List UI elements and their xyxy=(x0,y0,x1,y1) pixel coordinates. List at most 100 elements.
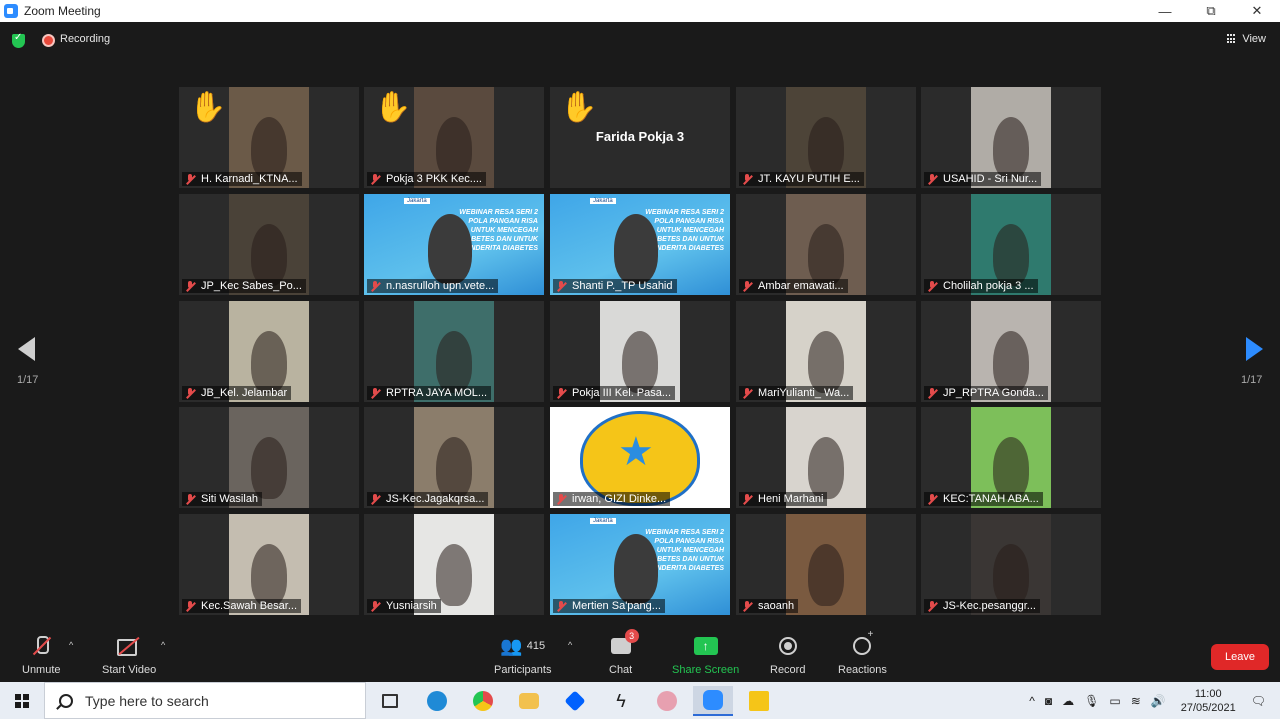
participant-tile[interactable]: KEC:TANAH ABA... xyxy=(921,407,1101,508)
maximize-button[interactable]: ⧉ xyxy=(1188,0,1234,22)
previous-page-button[interactable] xyxy=(15,337,45,365)
participant-tile[interactable]: Jakarta WEBINAR RESA SERI 2 POLA PANGAN R… xyxy=(550,514,730,615)
participant-tile[interactable]: Yusniarsih xyxy=(364,514,544,615)
participant-label: Kec.Sawah Besar... xyxy=(182,599,301,613)
view-button[interactable]: View xyxy=(1227,33,1266,45)
participant-tile[interactable]: ✋ H. Karnadi_KTNA... xyxy=(179,87,359,188)
arrow-right-icon xyxy=(1246,337,1263,361)
participant-name: JT. KAYU PUTIH E... xyxy=(758,173,860,185)
participant-tile[interactable]: MariYulianti_ Wa... xyxy=(736,301,916,402)
taskbar-edge[interactable] xyxy=(417,686,457,716)
search-icon xyxy=(59,693,73,708)
taskbar-app-notes[interactable] xyxy=(739,686,779,716)
participants-label: Participants xyxy=(494,664,552,676)
taskbar-app-bolt[interactable]: ϟ xyxy=(601,686,641,716)
muted-mic-icon xyxy=(369,387,382,399)
start-button[interactable] xyxy=(0,682,44,719)
participant-figure xyxy=(251,224,287,286)
microphone-icon[interactable]: 🎙 xyxy=(1084,694,1099,708)
taskbar-zoom[interactable] xyxy=(693,686,733,716)
view-label: View xyxy=(1242,33,1266,45)
notifications-icon[interactable]: 🗨 xyxy=(1251,694,1266,708)
chat-button[interactable]: 3 Chat xyxy=(609,629,639,676)
participant-tile[interactable]: ★ irwan, GIZI Dinke... xyxy=(550,407,730,508)
participant-name: Shanti P._TP Usahid xyxy=(572,280,673,292)
volume-icon[interactable]: 🔊 xyxy=(1151,694,1166,708)
participant-tile[interactable]: JS-Kec.Jagakqrsa... xyxy=(364,407,544,508)
muted-mic-icon xyxy=(741,387,754,399)
wifi-icon[interactable]: ≋ xyxy=(1131,694,1141,708)
participant-tile[interactable]: Pokja III Kel. Pasa... xyxy=(550,301,730,402)
audio-options-caret-icon[interactable]: ^ xyxy=(69,640,73,650)
participant-tile[interactable]: JB_Kel. Jelambar xyxy=(179,301,359,402)
reactions-button[interactable]: Reactions xyxy=(838,629,887,676)
participant-label: Pokja III Kel. Pasa... xyxy=(553,386,676,400)
video-options-caret-icon[interactable]: ^ xyxy=(161,640,165,650)
star-icon: ★ xyxy=(618,430,654,474)
participant-tile[interactable]: Farida Pokja 3 ✋ xyxy=(550,87,730,188)
battery-icon[interactable]: ▭ xyxy=(1109,694,1120,708)
participant-figure xyxy=(808,117,844,179)
participant-label: Siti Wasilah xyxy=(182,492,263,506)
raised-hand-icon: ✋ xyxy=(560,91,598,124)
start-video-button[interactable]: Start Video xyxy=(102,634,156,676)
taskbar-app-paint[interactable] xyxy=(647,686,687,716)
participant-tile[interactable]: ✋ Pokja 3 PKK Kec.... xyxy=(364,87,544,188)
cloud-icon[interactable]: ☁ xyxy=(1062,694,1074,708)
share-screen-icon: ↑ xyxy=(693,637,718,655)
participant-figure xyxy=(614,214,658,284)
security-shield-icon[interactable] xyxy=(12,32,25,48)
participant-tile[interactable]: RPTRA JAYA MOL... xyxy=(364,301,544,402)
task-view-button[interactable] xyxy=(370,686,410,716)
muted-mic-icon xyxy=(369,493,382,505)
participant-tile[interactable]: saoanh xyxy=(736,514,916,615)
participants-button[interactable]: 👥 415 Participants xyxy=(494,634,552,677)
participant-tile[interactable]: JP_RPTRA Gonda... xyxy=(921,301,1101,402)
participant-tile[interactable]: Jakarta WEBINAR RESA SERI 2 POLA PANGAN R… xyxy=(364,194,544,295)
participant-label: Pokja 3 PKK Kec.... xyxy=(367,172,486,186)
participant-tile[interactable]: Siti Wasilah xyxy=(179,407,359,508)
leave-button[interactable]: Leave xyxy=(1211,644,1269,670)
clock-date: 27/05/2021 xyxy=(1180,701,1236,714)
participant-label: JP_RPTRA Gonda... xyxy=(924,386,1048,400)
participant-name: USAHID - Sri Nur... xyxy=(943,173,1038,185)
taskbar-search-box[interactable]: Type here to search xyxy=(44,682,366,719)
muted-mic-icon xyxy=(369,600,382,612)
participant-tile[interactable]: Cholilah pokja 3 ... xyxy=(921,194,1101,295)
participant-tile[interactable]: JP_Kec Sabes_Po... xyxy=(179,194,359,295)
meet-now-icon[interactable]: ◙ xyxy=(1045,694,1052,708)
muted-mic-icon xyxy=(555,600,568,612)
participant-name: irwan, GIZI Dinke... xyxy=(572,493,667,505)
participant-tile[interactable]: Jakarta WEBINAR RESA SERI 2 POLA PANGAN R… xyxy=(550,194,730,295)
show-hidden-icons-icon[interactable]: ^ xyxy=(1029,694,1035,708)
participant-name: Cholilah pokja 3 ... xyxy=(943,280,1034,292)
start-video-label: Start Video xyxy=(102,664,157,676)
participant-tile[interactable]: Ambar emawati... xyxy=(736,194,916,295)
participants-caret-icon[interactable]: ^ xyxy=(568,640,572,650)
raised-hand-icon: ✋ xyxy=(189,91,227,124)
participant-label: irwan, GIZI Dinke... xyxy=(553,492,671,506)
participant-tile[interactable]: Kec.Sawah Besar... xyxy=(179,514,359,615)
participant-tile[interactable]: USAHID - Sri Nur... xyxy=(921,87,1101,188)
participant-name: Pokja 3 PKK Kec.... xyxy=(386,173,482,185)
muted-mic-icon xyxy=(184,173,197,185)
muted-mic-icon xyxy=(30,635,52,657)
participant-figure xyxy=(251,117,287,179)
share-screen-button[interactable]: ↑ Share Screen xyxy=(672,634,739,676)
next-page-button[interactable] xyxy=(1243,337,1273,365)
minimize-button[interactable]: — xyxy=(1142,0,1188,22)
record-button[interactable]: Record xyxy=(770,634,805,676)
unmute-button[interactable]: Unmute xyxy=(22,634,61,676)
muted-mic-icon xyxy=(741,493,754,505)
taskbar-dropbox[interactable] xyxy=(555,686,595,716)
taskbar-clock[interactable]: 11:00 27/05/2021 xyxy=(1181,687,1236,715)
taskbar-file-explorer[interactable] xyxy=(509,686,549,716)
participant-tile[interactable]: JT. KAYU PUTIH E... xyxy=(736,87,916,188)
windows-logo-icon xyxy=(15,693,29,708)
taskbar-chrome[interactable] xyxy=(463,686,503,716)
close-button[interactable]: ✕ xyxy=(1234,0,1280,22)
participant-label: RPTRA JAYA MOL... xyxy=(367,386,492,400)
participant-tile[interactable]: Heni Marhani xyxy=(736,407,916,508)
participant-tile[interactable]: JS-Kec.pesanggr... xyxy=(921,514,1101,615)
clock-time: 11:00 xyxy=(1194,687,1222,700)
